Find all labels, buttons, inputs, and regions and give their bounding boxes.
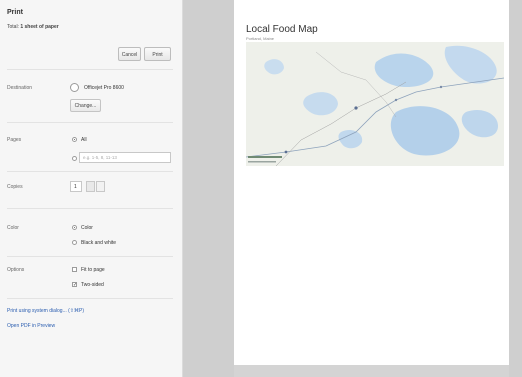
system-dialog-link[interactable]: Print using system dialog... (⇧⌘P) [7, 308, 84, 314]
pages-label: Pages [7, 137, 22, 143]
total-prefix: Total: [7, 24, 21, 30]
preview-gutter [183, 0, 234, 377]
fit-to-page-label: Fit to page [81, 267, 105, 273]
print-button[interactable]: Print [144, 47, 171, 61]
divider [7, 122, 173, 123]
total-value: 1 sheet of paper [20, 24, 59, 30]
sheet-count: Total: 1 sheet of paper [7, 24, 59, 30]
divider [7, 69, 173, 70]
copies-input[interactable]: 1 [70, 181, 82, 192]
divider [7, 208, 173, 209]
divider [7, 298, 173, 299]
two-sided-checkbox[interactable]: ✓ [72, 282, 77, 288]
pages-all-label: All [81, 137, 87, 143]
cancel-button[interactable]: Cancel [118, 47, 141, 61]
color-radio[interactable] [72, 225, 77, 230]
preview-title: Local Food Map [246, 24, 318, 35]
change-destination-button[interactable]: Change... [70, 99, 101, 112]
printer-icon [70, 83, 79, 92]
preview-subtitle: Portland, Maine [246, 36, 275, 41]
print-settings-sidebar: Print Total: 1 sheet of paper Cancel Pri… [0, 0, 183, 377]
divider [7, 171, 173, 172]
copies-decrement-button[interactable] [86, 181, 95, 192]
pages-range-radio[interactable] [72, 156, 77, 161]
fit-to-page-checkbox[interactable] [72, 267, 77, 272]
divider [7, 256, 173, 257]
pages-all-radio[interactable] [72, 137, 77, 142]
color-option-label: Color [81, 225, 93, 231]
destination-label: Destination [7, 85, 33, 91]
print-preview-page: Local Food Map Portland, Maine [234, 8, 509, 365]
preview-gutter-right [509, 0, 522, 377]
map-image [246, 42, 504, 166]
copies-label: Copies [7, 184, 23, 190]
two-sided-label: Two-sided [81, 282, 104, 288]
options-label: Options [7, 267, 25, 273]
preview-bottom [234, 365, 509, 377]
open-pdf-link[interactable]: Open PDF in Preview [7, 323, 55, 329]
copies-value: 1 [74, 184, 77, 190]
destination-printer: Officejet Pro 8600 [84, 85, 124, 91]
copies-increment-button[interactable] [96, 181, 105, 192]
black-white-label: Black and white [81, 240, 117, 246]
color-label: Color [7, 225, 19, 231]
black-white-radio[interactable] [72, 240, 77, 245]
pages-range-input[interactable]: e.g. 1-5, 8, 11-13 [79, 152, 171, 163]
dialog-title: Print [7, 9, 23, 16]
